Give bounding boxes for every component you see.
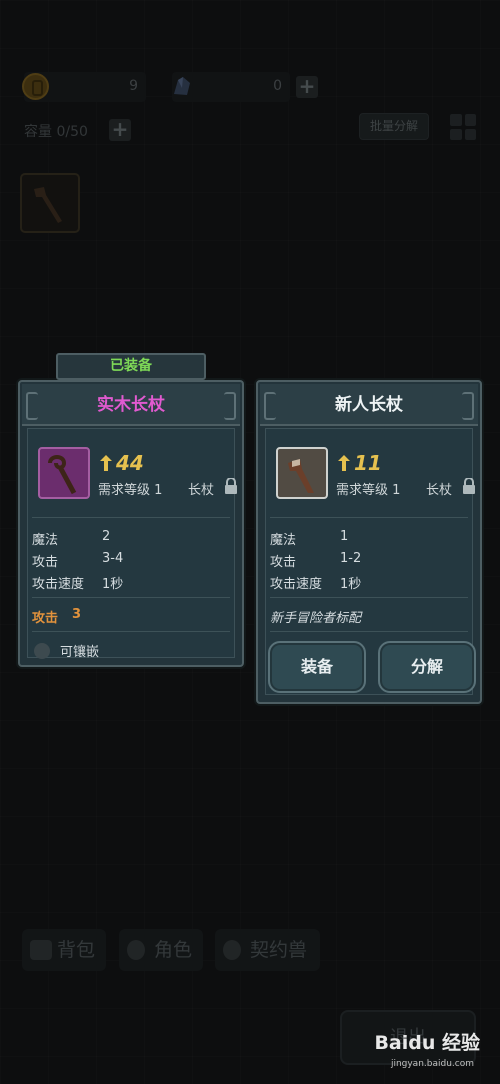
equip-button[interactable]: 装备 <box>268 641 366 693</box>
stat-value: 1 <box>340 529 349 544</box>
divider <box>270 631 468 632</box>
bonus-value: 3 <box>72 607 82 622</box>
stat-label: 攻击速度 <box>32 577 85 592</box>
new-item-level: 11 <box>354 451 382 475</box>
new-item-icon <box>276 447 328 499</box>
watermark-brand: Baidu 经验 <box>374 1032 480 1054</box>
new-item-name: 新人长杖 <box>260 384 478 426</box>
stat-value: 3-4 <box>102 551 124 566</box>
lock-icon[interactable] <box>462 478 476 494</box>
stat-label: 攻击速度 <box>270 577 323 592</box>
new-item-card: 新人长杖 11 需求等级 1 长杖 魔法 1 攻击 1-2 攻击速度 1秒 新手… <box>256 380 482 704</box>
stat-label: 魔法 <box>32 533 59 548</box>
stat-value: 1-2 <box>340 551 362 566</box>
watermark-url: jingyan.baidu.com <box>390 1059 474 1069</box>
lock-icon[interactable] <box>224 478 238 494</box>
stat-value: 2 <box>102 529 111 544</box>
item-description: 新手冒险者标配 <box>270 611 362 626</box>
socket-icon <box>34 643 50 659</box>
divider <box>270 517 468 518</box>
novice-staff-icon <box>288 459 314 493</box>
equipped-item-name: 实木长杖 <box>22 384 240 426</box>
new-item-details: 11 需求等级 1 长杖 魔法 1 攻击 1-2 攻击速度 1秒 新手冒险者标配… <box>265 428 476 695</box>
equipped-item-icon <box>38 447 90 499</box>
new-level-requirement: 需求等级 1 <box>336 483 401 498</box>
equipped-tab: 已装备 <box>56 353 206 380</box>
new-item-type: 长杖 <box>426 483 453 498</box>
equipped-item-details: 44 需求等级 1 长杖 魔法 2 攻击 3-4 攻击速度 1秒 攻击 3 可镶… <box>27 428 238 660</box>
level-arrow-icon <box>338 455 350 471</box>
level-arrow-icon <box>100 455 112 471</box>
socket-label: 可镶嵌 <box>60 645 100 660</box>
stat-value: 1秒 <box>340 577 362 592</box>
divider <box>32 631 230 632</box>
stat-label: 攻击 <box>270 555 297 570</box>
divider <box>270 597 468 598</box>
stat-value: 1秒 <box>102 577 124 592</box>
stat-label: 魔法 <box>270 533 297 548</box>
decompose-button[interactable]: 分解 <box>378 641 476 693</box>
equipped-item-card: 实木长杖 44 需求等级 1 长杖 魔法 2 攻击 3-4 攻击速度 1秒 攻击… <box>18 380 244 667</box>
bonus-label: 攻击 <box>32 611 59 626</box>
equipped-item-type: 长杖 <box>188 483 215 498</box>
wooden-staff-icon <box>48 455 77 495</box>
divider <box>32 517 230 518</box>
equipped-item-level: 44 <box>116 451 144 475</box>
stat-label: 攻击 <box>32 555 59 570</box>
equipped-level-requirement: 需求等级 1 <box>98 483 163 498</box>
divider <box>32 597 230 598</box>
